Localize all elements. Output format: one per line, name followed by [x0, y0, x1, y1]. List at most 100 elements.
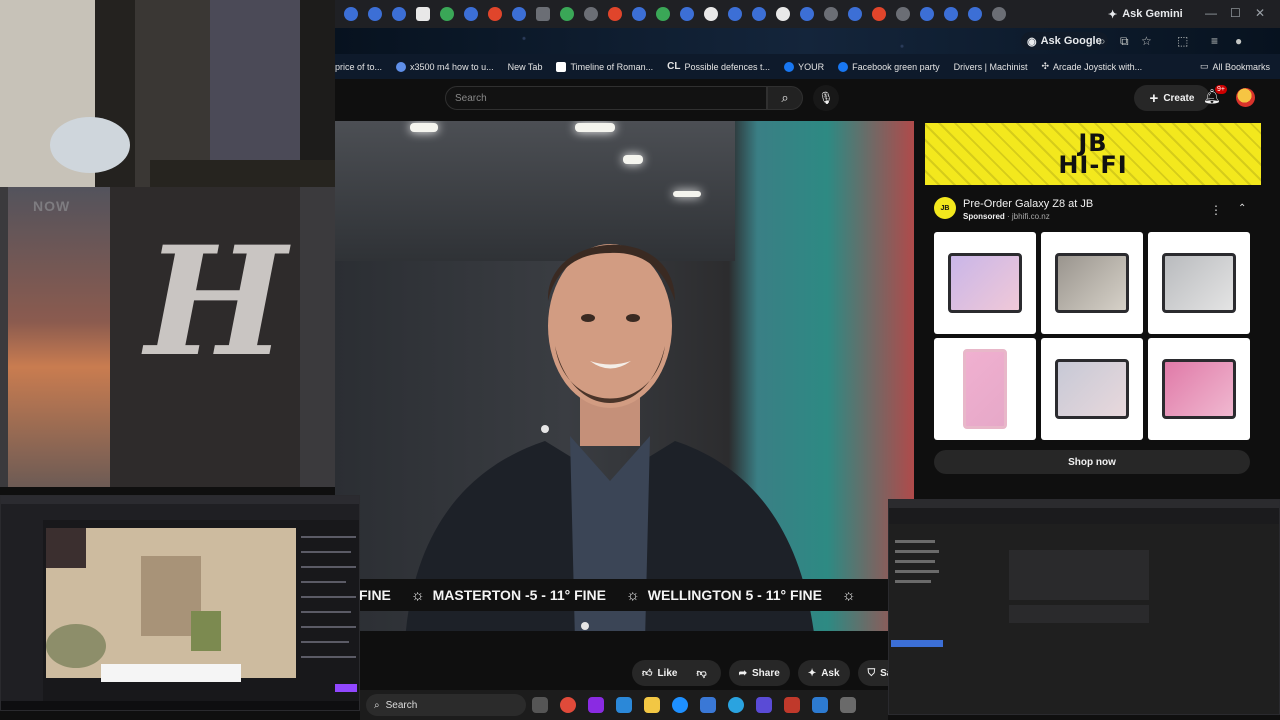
sun-icon: ☼: [626, 586, 640, 604]
bookmark-item[interactable]: x3500 m4 how to u...: [396, 61, 494, 72]
bookmark-item[interactable]: CL Possible defences t...: [667, 61, 770, 72]
bookmark-star-icon[interactable]: ☆: [1141, 34, 1152, 48]
bookmark-label: Arcade Joystick with...: [1053, 61, 1143, 72]
tab-favicon[interactable]: [368, 7, 382, 21]
tab-favicon[interactable]: [896, 7, 910, 21]
video-player[interactable]: FINE ☼ MASTERTON -5 - 11° FINE ☼ WELLING…: [335, 121, 914, 631]
chevron-up-icon[interactable]: ⌃: [1238, 203, 1246, 214]
tab-favicon[interactable]: [752, 7, 766, 21]
taskbar-search-label: Search: [385, 699, 418, 711]
bookmark-item[interactable]: YOUR: [784, 61, 824, 72]
zoom-icon[interactable]: ⌕: [1099, 34, 1106, 49]
app-icon[interactable]: [616, 697, 632, 713]
tab-favicon[interactable]: [416, 7, 430, 21]
product-image[interactable]: [934, 338, 1036, 440]
search-button[interactable]: ⌕: [767, 86, 803, 110]
tab-favicon[interactable]: [800, 7, 814, 21]
tab-favicon[interactable]: [776, 7, 790, 21]
tab-favicon[interactable]: [392, 7, 406, 21]
product-image[interactable]: [1148, 338, 1250, 440]
tab-favicon[interactable]: [944, 7, 958, 21]
bookmark-item[interactable]: Drivers | Machinist: [954, 62, 1028, 72]
ceiling-light: [575, 123, 615, 132]
youtube-header: Search ⌕ 🎙 + Create 🔔︎ 9+: [335, 79, 1280, 118]
avatar[interactable]: [1236, 88, 1255, 107]
maximize-icon[interactable]: ☐: [1230, 6, 1241, 20]
tab-favicon[interactable]: [344, 7, 358, 21]
share-button[interactable]: ➦ Share: [728, 660, 790, 686]
all-bookmarks-button[interactable]: ▭ All Bookmarks: [1200, 61, 1270, 72]
create-button[interactable]: + Create: [1134, 85, 1210, 111]
tab-favicon[interactable]: [848, 7, 862, 21]
voice-search-button[interactable]: 🎙: [813, 85, 839, 111]
ask-gemini-button[interactable]: ✦ Ask Gemini: [1108, 4, 1183, 24]
tab-favicon[interactable]: [992, 7, 1006, 21]
file-explorer-icon[interactable]: [644, 697, 660, 713]
task-view-icon[interactable]: [532, 697, 548, 713]
tab-favicon[interactable]: [464, 7, 478, 21]
telegram-icon[interactable]: [728, 697, 744, 713]
tab-favicon[interactable]: [656, 7, 670, 21]
app-icon[interactable]: [812, 697, 828, 713]
all-bookmarks-label: All Bookmarks: [1212, 61, 1270, 72]
tab-favicon[interactable]: [704, 7, 718, 21]
ask-button[interactable]: ✦ Ask: [797, 660, 850, 686]
product-image[interactable]: [1148, 232, 1250, 334]
tab-favicon[interactable]: [920, 7, 934, 21]
close-icon[interactable]: ✕: [1255, 6, 1265, 20]
tab-strip: ✦ Ask Gemini — ☐ ✕: [335, 0, 1280, 28]
search-input[interactable]: Search: [445, 86, 767, 110]
minimize-icon[interactable]: —: [1205, 6, 1217, 20]
stream-overlay: [0, 495, 360, 711]
product-image[interactable]: [1041, 338, 1143, 440]
edge-icon[interactable]: [672, 697, 688, 713]
bookmark-item[interactable]: Facebook green party: [838, 61, 940, 72]
settings-icon[interactable]: [840, 697, 856, 713]
like-label: Like: [657, 667, 678, 679]
taskbar-search[interactable]: ⌕ Search: [366, 694, 526, 716]
google-lens-icon: ◉: [1027, 35, 1037, 48]
tab-favicon[interactable]: [872, 7, 886, 21]
app-icon[interactable]: [588, 697, 604, 713]
tab-favicon[interactable]: [536, 7, 550, 21]
webcam-overlay: [0, 0, 335, 187]
app-icon[interactable]: [756, 697, 772, 713]
product-image[interactable]: [934, 232, 1036, 334]
bookmark-item[interactable]: Timeline of Roman...: [556, 61, 653, 72]
ad-title[interactable]: Pre-Order Galaxy Z8 at JB: [963, 198, 1093, 210]
tab-favicon[interactable]: [512, 7, 526, 21]
tab-favicon[interactable]: [608, 7, 622, 21]
tab-favicon[interactable]: [728, 7, 742, 21]
search-icon: ⌕: [781, 90, 789, 105]
ask-google-button[interactable]: ◉ Ask Google: [1021, 32, 1108, 50]
extensions-icon[interactable]: ⬚: [1177, 34, 1188, 48]
tab-favicon[interactable]: [824, 7, 838, 21]
folder-icon: ▭: [1199, 61, 1209, 71]
product-image[interactable]: [1041, 232, 1143, 334]
more-options-icon[interactable]: ⋮: [1210, 203, 1222, 217]
stream-window: [1, 496, 359, 710]
tab-favicon[interactable]: [968, 7, 982, 21]
thumbs-up-icon: 👍︎: [642, 668, 653, 679]
tab-favicon[interactable]: [680, 7, 694, 21]
thumbs-down-icon[interactable]: 👎︎: [696, 667, 706, 679]
bookmark-item[interactable]: ✣ Arcade Joystick with...: [1042, 61, 1143, 72]
tab-favicon[interactable]: [584, 7, 598, 21]
app-icon[interactable]: [784, 697, 800, 713]
install-icon[interactable]: ⧉: [1120, 34, 1129, 49]
profile-icon[interactable]: ●: [1235, 34, 1242, 48]
chrome-icon[interactable]: [560, 697, 576, 713]
ad-banner[interactable]: JB HI-FI: [925, 123, 1261, 185]
tab-favicon[interactable]: [488, 7, 502, 21]
tab-favicon[interactable]: [632, 7, 646, 21]
menu-icon[interactable]: ≡: [1211, 34, 1218, 48]
bookmark-item[interactable]: New Tab: [508, 62, 543, 72]
app-icon[interactable]: [700, 697, 716, 713]
notification-badge: 9+: [1215, 85, 1227, 94]
tab-favicon-active[interactable]: [440, 7, 454, 21]
shop-now-button[interactable]: Shop now: [934, 450, 1250, 474]
tab-favicon[interactable]: [560, 7, 574, 21]
like-button[interactable]: 👍︎ Like 👎︎: [632, 660, 721, 686]
bookmark-item[interactable]: price of to...: [335, 62, 382, 72]
advertiser-logo[interactable]: JB: [934, 197, 956, 219]
